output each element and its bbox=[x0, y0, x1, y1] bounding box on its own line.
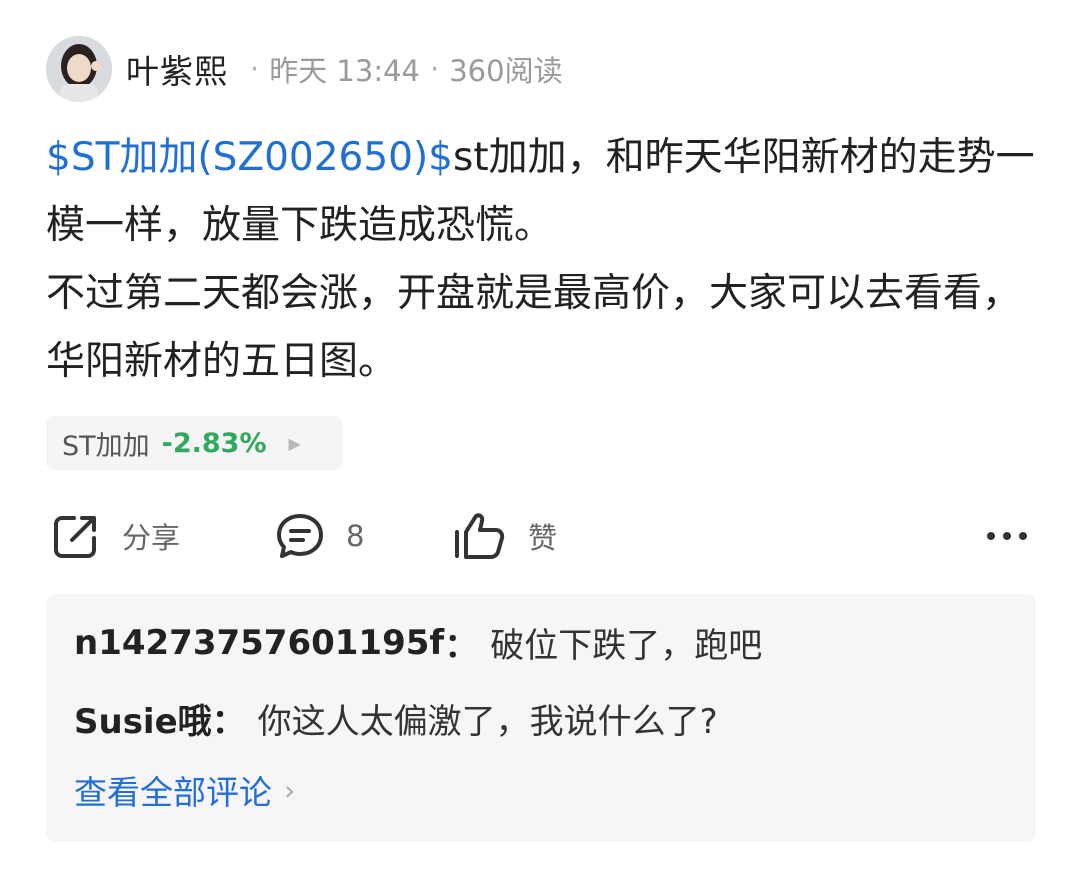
comment-colon: ： bbox=[444, 626, 479, 666]
comment-user[interactable]: Susie哦 bbox=[74, 694, 212, 743]
more-button[interactable] bbox=[984, 506, 1030, 566]
like-label: 赞 bbox=[528, 521, 558, 555]
like-button[interactable]: 赞 bbox=[452, 506, 557, 566]
share-label: 分享 bbox=[122, 521, 181, 555]
post-card: 叶紫熙 · 昨天 13:44 · 360阅读 $ST加加(SZ002650)$s… bbox=[0, 0, 1080, 882]
comment-count: 8 bbox=[346, 519, 365, 553]
comment-text: 你这人太偏激了，我说什么了? bbox=[257, 702, 718, 742]
comments-preview: n14273757601195f ： 破位下跌了，跑吧 Susie哦 ： 你这人… bbox=[46, 594, 1036, 842]
comment-item[interactable]: Susie哦 ： 你这人太偏激了，我说什么了? bbox=[74, 694, 718, 743]
post-time: 昨天 13:44 bbox=[269, 54, 421, 88]
chevron-right-icon: › bbox=[284, 773, 296, 807]
share-icon bbox=[54, 516, 96, 558]
comment-text: 破位下跌了，跑吧 bbox=[490, 626, 763, 666]
chevron-right-icon: ▶ bbox=[288, 433, 301, 453]
read-count: 360阅读 bbox=[449, 54, 563, 88]
comment-item[interactable]: n14273757601195f ： 破位下跌了，跑吧 bbox=[74, 618, 762, 667]
comment-colon: ： bbox=[211, 702, 246, 742]
more-icon bbox=[987, 532, 1027, 540]
comment-user[interactable]: n14273757601195f bbox=[74, 623, 444, 663]
stock-chip[interactable]: ST加加 -2.83% ▶ bbox=[46, 416, 342, 470]
post-meta: · 昨天 13:44 · 360阅读 bbox=[240, 48, 563, 90]
comment-button[interactable]: 8 bbox=[274, 506, 364, 566]
post-content: $ST加加(SZ002650)$st加加，和昨天华阳新材的走势一模一样，放量下跌… bbox=[46, 124, 1046, 396]
avatar[interactable] bbox=[46, 36, 112, 102]
stock-chip-change: -2.83% bbox=[161, 427, 267, 459]
stock-chip-name: ST加加 bbox=[62, 430, 150, 462]
view-all-comments-link[interactable]: 查看全部评论 › bbox=[74, 766, 295, 814]
stock-tag-link[interactable]: $ST加加(SZ002650)$ bbox=[46, 135, 453, 180]
view-all-label: 查看全部评论 bbox=[74, 773, 272, 812]
meta-separator: · bbox=[250, 52, 260, 86]
action-bar: 分享 8 赞 bbox=[46, 506, 1036, 566]
share-button[interactable]: 分享 bbox=[50, 506, 180, 566]
meta-separator: · bbox=[430, 52, 440, 86]
thumbs-up-icon bbox=[455, 513, 505, 559]
comment-icon bbox=[277, 514, 323, 558]
avatar-image bbox=[46, 36, 112, 102]
post-header: 叶紫熙 · 昨天 13:44 · 360阅读 bbox=[46, 36, 563, 102]
author-name[interactable]: 叶紫熙 bbox=[126, 45, 228, 93]
